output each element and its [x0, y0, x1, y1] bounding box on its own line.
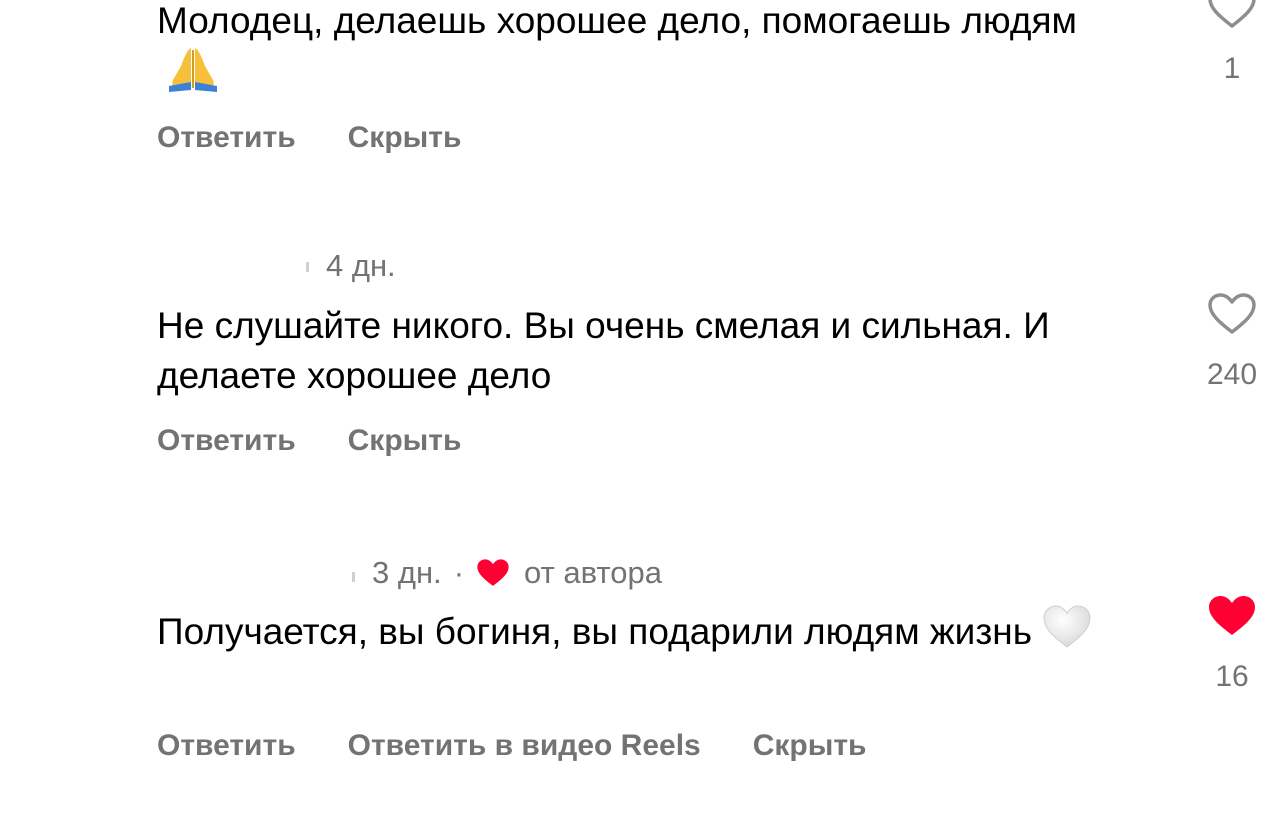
liked-by-author-label: от автора [524, 555, 662, 590]
like-control: 240 [1190, 292, 1274, 392]
reply-button[interactable]: Ответить [157, 121, 296, 155]
reply-button[interactable]: Ответить [157, 729, 296, 763]
comment-meta: 4 дн. [326, 248, 396, 284]
hide-button[interactable]: Скрыть [348, 121, 462, 155]
heart-filled-icon[interactable] [1207, 594, 1257, 638]
author-heart-icon [477, 559, 509, 586]
hide-button[interactable]: Скрыть [348, 424, 462, 458]
heart-outline-icon[interactable] [1207, 0, 1257, 30]
comment-text: Молодец, делаешь хорошее дело, помогаешь… [157, 0, 1117, 105]
comment-text: Получается, вы богиня, вы подарили людям… [157, 604, 1117, 663]
username-fragment [306, 262, 309, 272]
comment-actions: Ответить Ответить в видео Reels Скрыть [157, 729, 918, 763]
comment-text-content: Не слушайте никого. Вы очень смелая и си… [157, 305, 1050, 396]
meta-separator: · [453, 555, 465, 590]
heart-outline-icon[interactable] [1207, 292, 1257, 336]
like-control: 16 [1190, 594, 1274, 694]
username-fragment [352, 572, 355, 582]
white-heart-icon [1042, 604, 1092, 663]
comment-time: 4 дн. [326, 248, 396, 283]
like-count: 1 [1223, 52, 1241, 85]
like-count: 240 [1206, 358, 1258, 391]
folded-hands-icon [167, 46, 219, 105]
comment-text-content: Получается, вы богиня, вы подарили людям… [157, 611, 1033, 652]
comment-actions: Ответить Скрыть [157, 424, 513, 458]
hide-button[interactable]: Скрыть [753, 729, 867, 763]
comment-time: 3 дн. [372, 555, 442, 590]
comment-text: Не слушайте никого. Вы очень смелая и си… [157, 301, 1117, 401]
comment-meta: 3 дн. · от автора [372, 555, 662, 591]
reply-button[interactable]: Ответить [157, 424, 296, 458]
reply-in-reels-button[interactable]: Ответить в видео Reels [348, 729, 701, 763]
like-count: 16 [1215, 660, 1249, 693]
like-control: 1 [1190, 0, 1274, 86]
comment-text-content: Молодец, делаешь хорошее дело, помогаешь… [157, 0, 1077, 41]
comment-actions: Ответить Скрыть [157, 121, 513, 155]
